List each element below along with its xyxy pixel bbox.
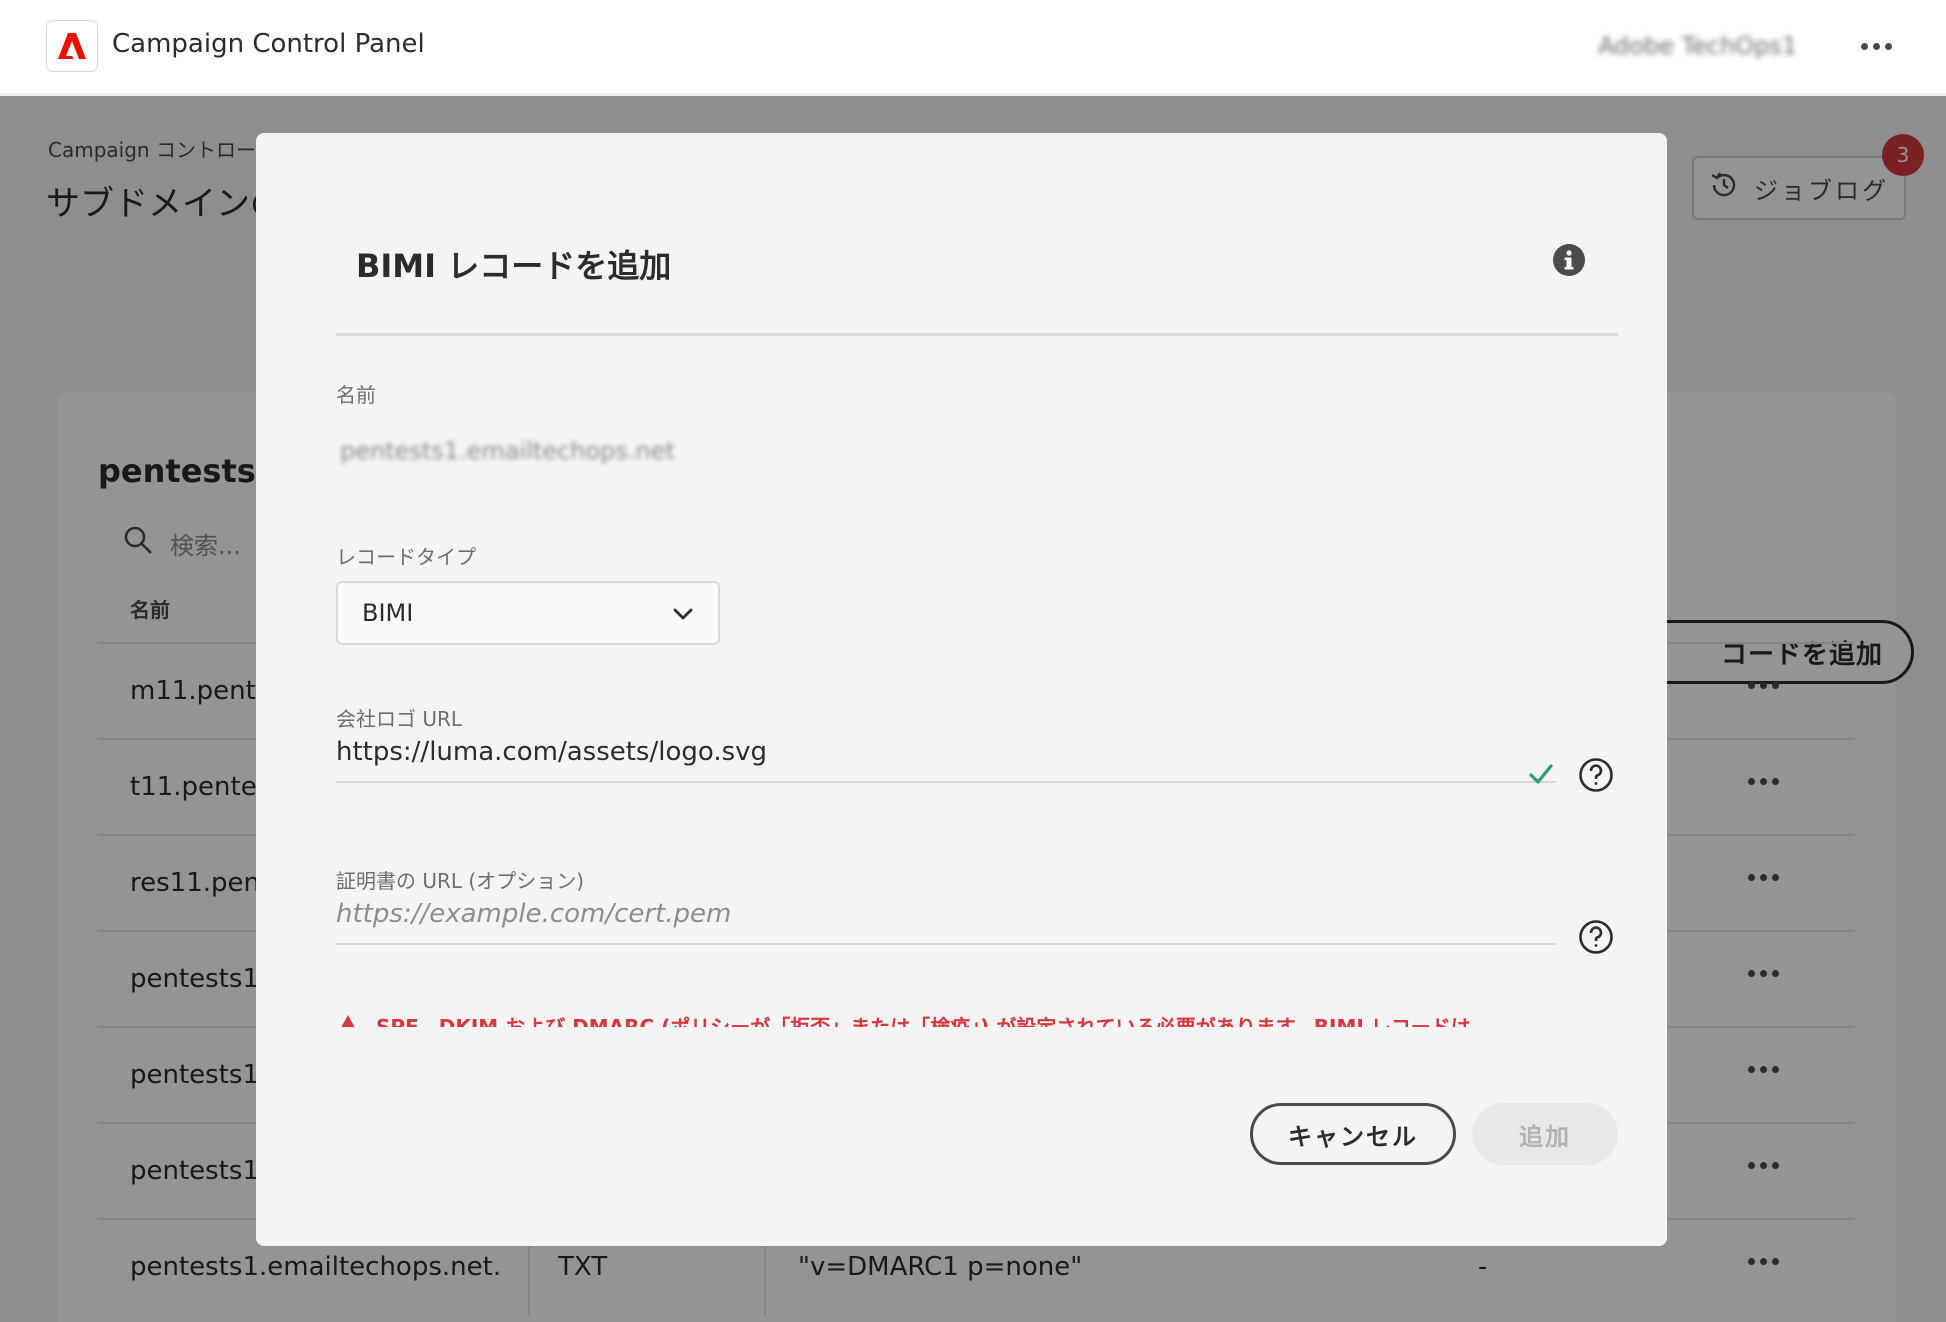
- alert-icon: [336, 1013, 360, 1027]
- warning-text: SPF、DKIM および DMARC (ポリシーが「拒否」または「検疫」) が設…: [376, 1015, 1471, 1027]
- name-value: pentests1.emailtechops.net: [340, 437, 675, 465]
- divider: [336, 333, 1618, 336]
- add-bimi-record-dialog: BIMI レコードを追加 名前 pentests1.emailtechops.n…: [256, 133, 1667, 1246]
- record-type-value: BIMI: [362, 599, 414, 627]
- dialog-title: BIMI レコードを追加: [356, 247, 672, 285]
- app-title: Campaign Control Panel: [112, 29, 425, 59]
- record-type-select[interactable]: BIMI: [336, 581, 720, 645]
- dmarc-warning: SPF、DKIM および DMARC (ポリシーが「拒否」または「検疫」) が設…: [336, 1013, 1536, 1027]
- info-icon[interactable]: [1552, 243, 1586, 277]
- more-icon[interactable]: [1854, 27, 1898, 65]
- cancel-button[interactable]: キャンセル: [1250, 1103, 1456, 1165]
- cert-url-placeholder: https://example.com/cert.pem: [336, 899, 732, 929]
- help-icon[interactable]: [1578, 919, 1614, 955]
- help-icon[interactable]: [1578, 757, 1614, 793]
- org-switcher[interactable]: Adobe TechOps1: [1598, 32, 1797, 60]
- app-header: Campaign Control Panel Adobe TechOps1: [0, 0, 1946, 95]
- logo-url-value: https://luma.com/assets/logo.svg: [336, 737, 768, 767]
- adobe-logo-icon[interactable]: [46, 20, 98, 72]
- record-type-label: レコードタイプ: [336, 545, 476, 569]
- logo-url-field[interactable]: https://luma.com/assets/logo.svg: [336, 723, 1556, 783]
- chevron-down-icon: [672, 599, 694, 627]
- cert-url-field[interactable]: https://example.com/cert.pem: [336, 885, 1556, 945]
- add-button[interactable]: 追加: [1472, 1103, 1618, 1165]
- name-label: 名前: [336, 383, 376, 407]
- check-icon: [1528, 761, 1554, 787]
